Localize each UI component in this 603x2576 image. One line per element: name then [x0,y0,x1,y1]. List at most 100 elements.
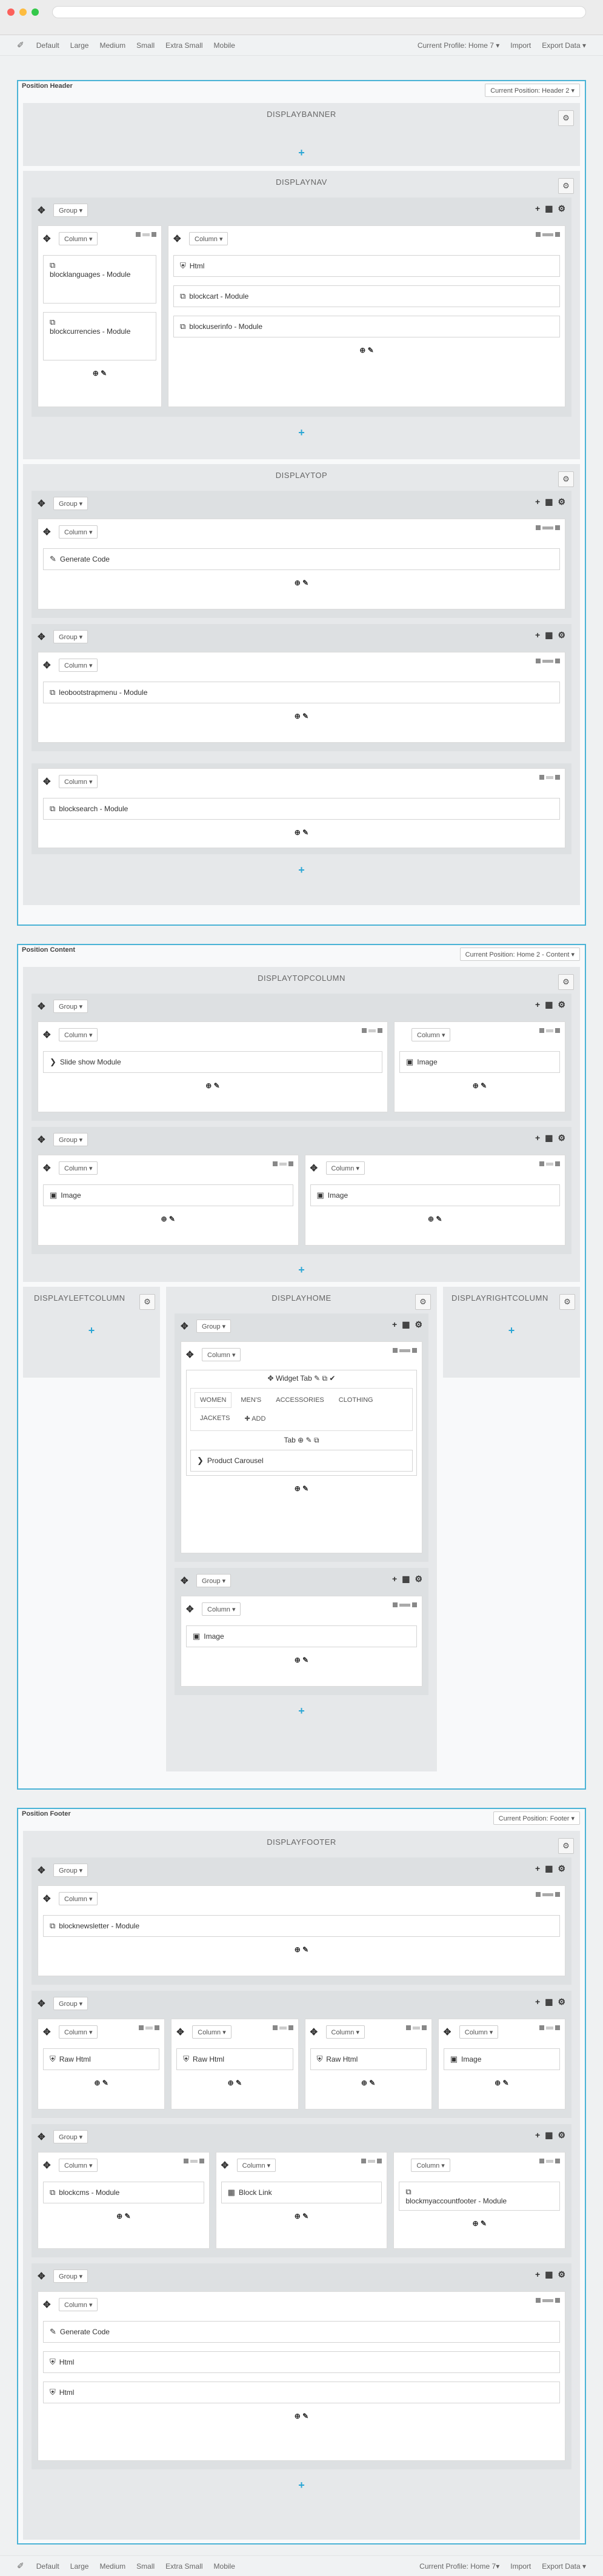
gear-icon[interactable]: ⚙ [415,1294,431,1310]
widget-leobootstrapmenu[interactable]: ⧉ leobootstrapmenu - Module [43,682,560,703]
minus-icon[interactable] [536,525,541,530]
add-group-button[interactable]: + [27,860,576,880]
plus-icon[interactable]: + [392,1574,397,1584]
plus-icon[interactable]: + [535,1997,540,2007]
widget-blockcart[interactable]: ⧉ blockcart - Module [173,285,560,307]
plus-icon[interactable]: + [535,2269,540,2280]
move-icon[interactable]: ✥ [38,2131,53,2142]
move-icon[interactable]: ✥ [38,1998,53,2009]
column-dropdown[interactable]: Column ▾ [59,1892,98,1905]
move-icon[interactable]: ✥ [43,2160,59,2171]
plus-icon[interactable] [199,2159,204,2163]
column-footer-tools[interactable]: ⊕ ✎ [444,2076,560,2090]
grid-icon[interactable]: ▦ [402,1574,410,1584]
move-icon[interactable]: ✥ [38,631,53,642]
profile-dropdown[interactable]: Current Profile: Home 7▾ [419,2562,499,2571]
group-dropdown[interactable]: Group ▾ [196,1574,232,1587]
column-dropdown[interactable]: Column ▾ [59,1161,98,1175]
plus-icon[interactable] [555,2159,561,2163]
grid-icon[interactable]: ▦ [545,1997,553,2007]
group-dropdown[interactable]: Group ▾ [53,2269,88,2283]
plus-icon[interactable] [377,2159,382,2163]
grid-icon[interactable]: ▦ [545,2130,553,2140]
tab-clothing[interactable]: CLOTHING [333,1392,379,1408]
minus-icon[interactable] [393,1348,398,1353]
address-bar[interactable] [52,6,586,18]
column-dropdown[interactable]: Column ▾ [59,2025,98,2039]
column-footer-tools[interactable]: ⊕ ✎ [399,1079,560,1092]
group-dropdown[interactable]: Group ▾ [53,630,88,643]
widget-blocklanguages[interactable]: ⧉ blocklanguages - Module [43,255,156,304]
gear-icon[interactable]: ⚙ [558,1133,565,1143]
widget-blockmyaccountfooter[interactable]: ⧉ blockmyaccountfooter - Module [399,2182,561,2211]
move-icon[interactable]: ✥ [38,2271,53,2282]
plus-icon[interactable]: + [535,204,540,214]
move-icon[interactable]: ✥ [186,1604,202,1615]
column-footer-tools[interactable]: ⊕ ✎ [176,2076,293,2090]
plus-icon[interactable]: + [535,1864,540,1874]
widget-image[interactable]: ▣ Image [399,1051,560,1073]
column-footer-tools[interactable]: ⊕ ✎ [43,2076,159,2090]
move-icon[interactable]: ✥ [43,1163,59,1173]
column-footer-tools[interactable]: ⊕ ✎ [221,2209,382,2223]
group-dropdown[interactable]: Group ▾ [53,1000,88,1013]
column-dropdown[interactable]: Column ▾ [411,2159,450,2172]
group-dropdown[interactable]: Group ▾ [53,1133,88,1146]
column-footer-tools[interactable]: ⊕ ✎ [43,367,156,380]
move-icon[interactable]: ✥ [186,1349,202,1360]
gear-icon[interactable]: ⚙ [558,1997,565,2007]
device-mobile[interactable]: Mobile [214,2562,235,2571]
minus-icon[interactable] [139,2025,144,2030]
device-small[interactable]: Small [136,41,155,50]
move-icon[interactable]: ✥ [43,776,59,787]
tab-jackets[interactable]: JACKETS [195,1410,236,1427]
column-footer-tools[interactable]: ⊕ ✎ [43,1079,382,1092]
gear-icon[interactable]: ⚙ [139,1294,155,1310]
gear-icon[interactable]: ⚙ [558,2130,565,2140]
gear-icon[interactable]: ⚙ [558,1000,565,1010]
gear-icon[interactable]: ⚙ [558,471,574,487]
plus-icon[interactable] [555,1161,560,1166]
move-icon[interactable]: ✥ [444,2027,459,2037]
plus-icon[interactable] [288,2025,293,2030]
column-footer-tools[interactable]: ⊕ ✎ [43,1943,560,1956]
move-icon[interactable]: ✥ [43,1893,59,1904]
minus-icon[interactable] [405,2025,411,2030]
column-dropdown[interactable]: Column ▾ [59,659,98,672]
device-extra-small[interactable]: Extra Small [165,2562,202,2571]
column-dropdown[interactable]: Column ▾ [189,232,228,245]
position-dropdown[interactable]: Current Position: Header 2 ▾ [485,84,580,97]
widget-html[interactable]: ⛨ Html [43,2382,560,2403]
add-group-button[interactable]: + [27,1321,156,1340]
column-footer-tools[interactable]: ⊕ ✎ [43,576,560,589]
widget-image[interactable]: ▣ Image [310,1184,560,1206]
column-footer-tools[interactable]: ⊕ ✎ [43,2409,560,2423]
widget-slideshow[interactable]: ❯ Slide show Module [43,1051,382,1073]
plus-icon[interactable] [555,2025,560,2030]
group-dropdown[interactable]: Group ▾ [53,497,88,510]
widget-image[interactable]: ▣ Image [443,2048,560,2070]
add-tab-button[interactable]: ✚ ADD [239,1410,272,1427]
wrench-icon[interactable]: ✐ [17,2561,24,2571]
plus-icon[interactable]: + [392,1320,397,1330]
widget-block-link[interactable]: ▦ Block Link [221,2182,382,2203]
grid-icon[interactable]: ▦ [545,1864,553,1874]
add-group-button[interactable]: + [27,143,576,162]
plus-icon[interactable] [155,2025,160,2030]
device-default[interactable]: Default [36,41,59,50]
plus-icon[interactable]: + [535,497,540,507]
device-default[interactable]: Default [36,2562,59,2571]
column-footer-tools[interactable]: ⊕ ✎ [186,1482,417,1495]
position-dropdown[interactable]: Current Position: Footer ▾ [493,1811,580,1825]
column-footer-tools[interactable]: ⊕ ✎ [310,2076,427,2090]
edit-icon[interactable]: ✎ ⧉ ✔ [314,1374,335,1383]
device-large[interactable]: Large [70,2562,89,2571]
device-large[interactable]: Large [70,41,89,50]
widget-generate-code[interactable]: ✎ Generate Code [43,2321,560,2343]
move-icon[interactable]: ✥ [181,1321,196,1332]
add-group-button[interactable]: + [447,1321,576,1340]
gear-icon[interactable]: ⚙ [559,1294,575,1310]
group-dropdown[interactable]: Group ▾ [196,1320,232,1333]
column-dropdown[interactable]: Column ▾ [202,1348,241,1361]
add-group-button[interactable]: + [27,1260,576,1280]
